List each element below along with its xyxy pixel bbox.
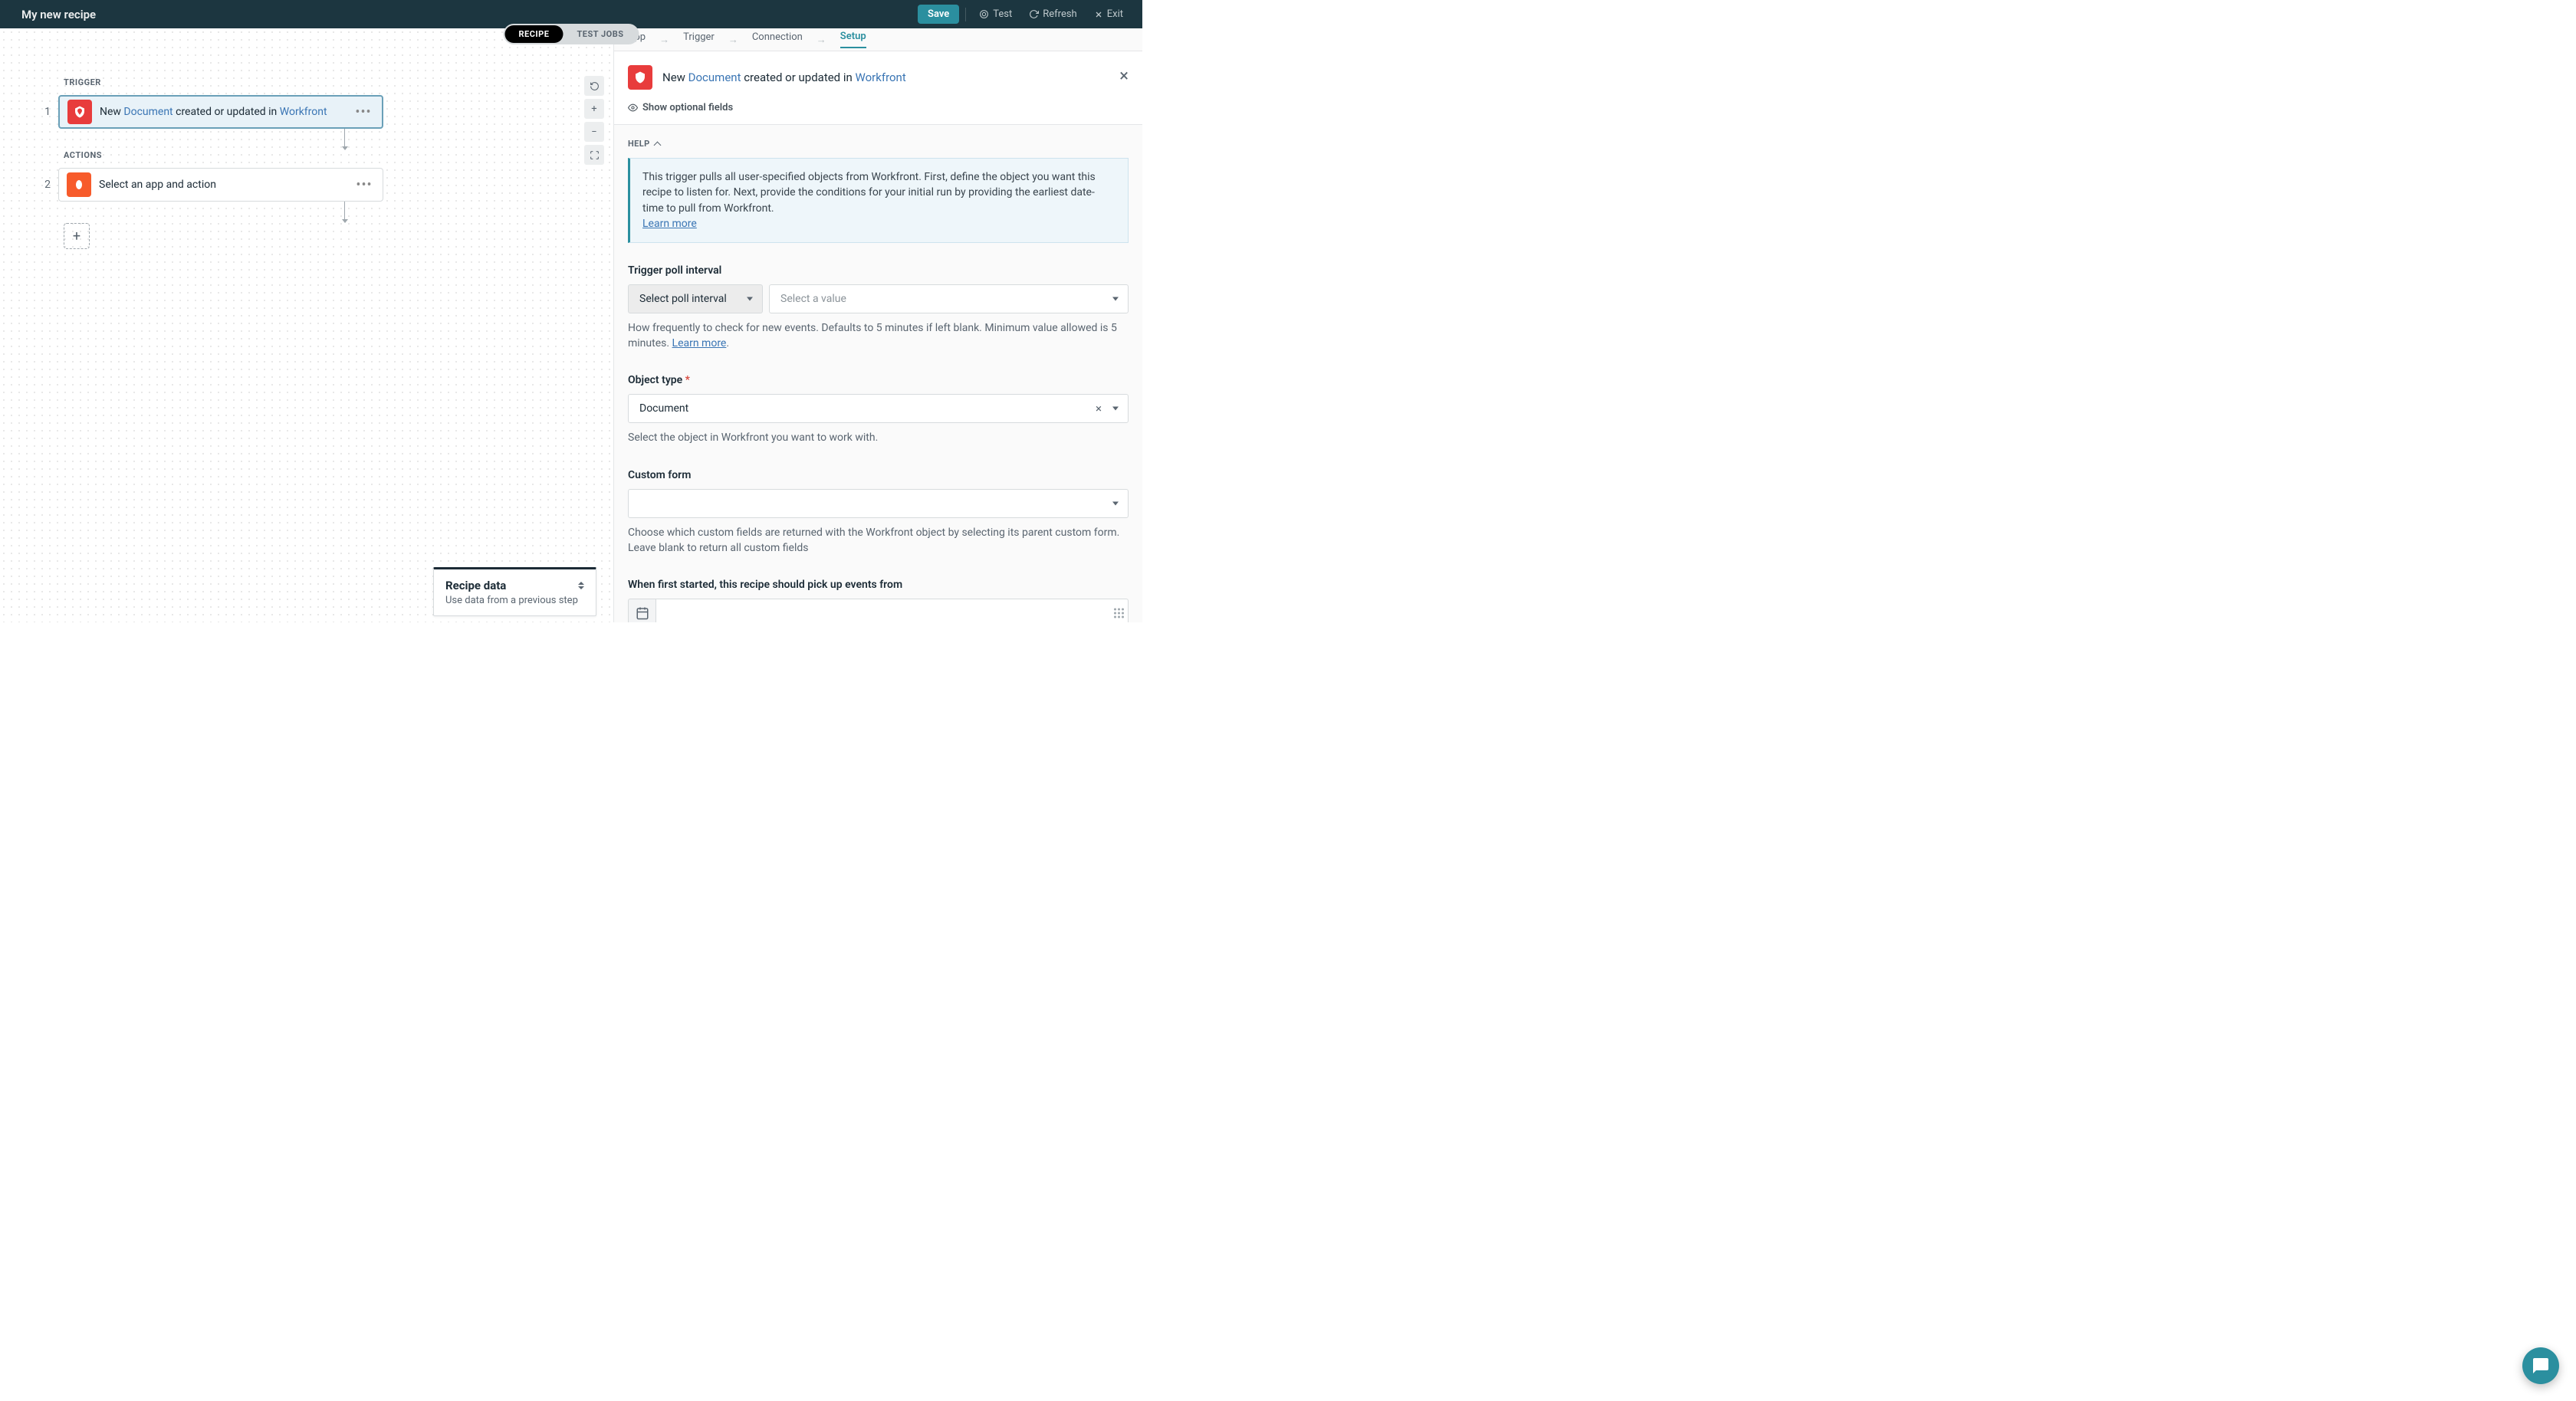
view-tabs: RECIPE TEST JOBS: [504, 24, 639, 44]
exit-button[interactable]: Exit: [1087, 5, 1130, 24]
field-help: Select the object in Workfront you want …: [628, 431, 1129, 446]
reset-view-button[interactable]: [584, 76, 604, 96]
field-help: Choose which custom fields are returned …: [628, 526, 1129, 556]
recipe-data-subtitle: Use data from a previous step: [445, 595, 584, 606]
show-optional-fields-toggle[interactable]: Show optional fields: [628, 102, 1129, 113]
save-button[interactable]: Save: [918, 5, 959, 24]
intercom-launcher[interactable]: [2522, 1347, 2559, 1384]
field-label: Custom form: [628, 469, 1129, 481]
trigger-step-text: New Document created or updated in Workf…: [100, 106, 345, 118]
workfront-icon: [67, 100, 92, 124]
config-panel: App → Trigger → Connection → Setup New D…: [613, 28, 1142, 622]
connector: [76, 129, 613, 150]
recipe-data-title: Recipe data: [445, 579, 584, 592]
recipe-data-card[interactable]: Recipe data Use data from a previous ste…: [433, 567, 596, 616]
expand-icon: [590, 150, 600, 160]
help-box: This trigger pulls all user-specified ob…: [628, 158, 1129, 243]
divider: [965, 8, 966, 21]
poll-interval-select[interactable]: Select poll interval: [628, 284, 763, 313]
reset-icon: [590, 81, 600, 91]
panel-breadcrumb: App → Trigger → Connection → Setup: [614, 28, 1142, 51]
field-object-type: Object type * Document × Select the obje…: [628, 374, 1129, 446]
fit-view-button[interactable]: [584, 145, 604, 165]
learn-more-link[interactable]: Learn more: [672, 337, 727, 349]
zoom-in-button[interactable]: +: [584, 99, 604, 119]
poll-value-select[interactable]: Select a value: [769, 284, 1129, 313]
field-label: When first started, this recipe should p…: [628, 579, 1129, 591]
custom-form-select[interactable]: [628, 489, 1129, 518]
recipe-canvas[interactable]: TRIGGER 1 New Document created or update…: [0, 28, 613, 622]
tab-test-jobs[interactable]: TEST JOBS: [563, 25, 637, 43]
arrow-icon: →: [816, 34, 826, 46]
chevron-down-icon: [1112, 297, 1119, 301]
header-actions: Save Test Refresh Exit: [918, 5, 1130, 24]
trigger-step-card[interactable]: New Document created or updated in Workf…: [58, 95, 383, 129]
panel-header: New Document created or updated in Workf…: [614, 51, 1142, 125]
nav-setup[interactable]: Setup: [840, 31, 866, 48]
field-label: Trigger poll interval: [628, 264, 1129, 277]
close-icon: [1094, 10, 1103, 19]
action-step-card[interactable]: Select an app and action: [58, 168, 383, 202]
object-type-select[interactable]: Document ×: [628, 394, 1129, 423]
arrow-icon: →: [728, 34, 738, 46]
arrow-icon: →: [659, 34, 669, 46]
field-help: How frequently to check for new events. …: [628, 321, 1129, 351]
actions-section-label: ACTIONS: [64, 150, 613, 160]
calendar-icon[interactable]: [628, 599, 656, 622]
target-icon: [979, 9, 989, 19]
field-label: Object type *: [628, 374, 1129, 386]
main-area: RECIPE TEST JOBS TRIGGER 1 New Document …: [0, 28, 1142, 622]
close-panel-button[interactable]: ×: [1119, 68, 1129, 85]
tab-recipe[interactable]: RECIPE: [505, 25, 564, 43]
field-poll-interval: Trigger poll interval Select poll interv…: [628, 264, 1129, 351]
refresh-icon: [1029, 9, 1039, 19]
page-title: My new recipe: [21, 8, 96, 21]
step-number: 1: [43, 106, 51, 118]
trigger-section-label: TRIGGER: [64, 77, 613, 87]
panel-title: New Document created or updated in Workf…: [662, 71, 906, 84]
clear-icon[interactable]: ×: [1096, 402, 1102, 415]
expand-icon[interactable]: [578, 582, 584, 589]
step-number: 2: [43, 179, 51, 191]
workfront-icon: [628, 65, 652, 90]
test-button[interactable]: Test: [972, 5, 1019, 24]
since-date-input[interactable]: [656, 599, 1129, 622]
app-placeholder-icon: [67, 172, 91, 197]
chevron-up-icon: [653, 141, 661, 149]
eye-icon: [628, 103, 638, 113]
connector: [76, 202, 613, 223]
refresh-button[interactable]: Refresh: [1022, 5, 1083, 24]
field-custom-form: Custom form Choose which custom fields a…: [628, 469, 1129, 556]
step-menu-button[interactable]: [353, 177, 375, 193]
add-step-button[interactable]: +: [64, 223, 90, 249]
field-since: When first started, this recipe should p…: [628, 579, 1129, 622]
zoom-out-button[interactable]: −: [584, 122, 604, 142]
action-step-text: Select an app and action: [99, 179, 346, 191]
nav-connection[interactable]: Connection: [752, 31, 803, 48]
chevron-down-icon: [1112, 407, 1119, 411]
chevron-down-icon: [1112, 501, 1119, 505]
nav-trigger[interactable]: Trigger: [683, 31, 715, 48]
grip-icon[interactable]: [1114, 609, 1124, 618]
step-menu-button[interactable]: [353, 104, 374, 120]
canvas-controls: + −: [584, 76, 604, 165]
help-section-toggle[interactable]: HELP: [628, 139, 1129, 149]
learn-more-link[interactable]: Learn more: [642, 218, 697, 230]
chat-icon: [2532, 1357, 2550, 1375]
chevron-down-icon: [747, 297, 753, 301]
